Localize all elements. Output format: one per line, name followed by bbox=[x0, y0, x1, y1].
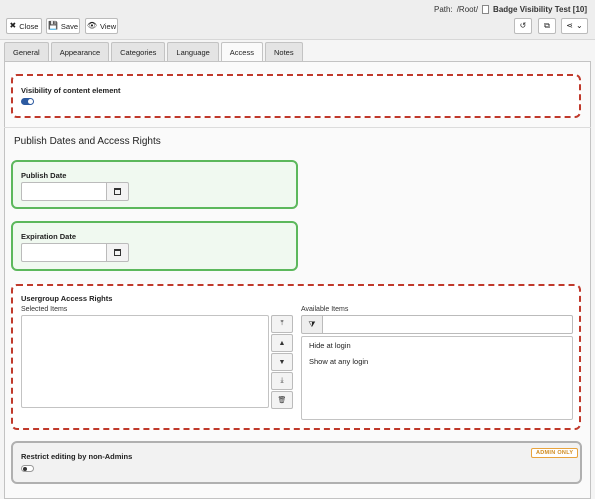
remove-item-button[interactable]: 🗑 bbox=[271, 391, 293, 409]
path-value[interactable]: /Root/ bbox=[457, 5, 478, 14]
trash-icon: 🗑 bbox=[277, 397, 287, 404]
save-icon: 💾 bbox=[47, 21, 58, 30]
move-down-button[interactable]: ▼ bbox=[271, 353, 293, 371]
filter-icon: ⧩ bbox=[308, 319, 316, 329]
external-link-icon: ⧉ bbox=[544, 21, 550, 30]
section-title: Publish Dates and Access Rights bbox=[14, 136, 161, 147]
section-divider bbox=[4, 127, 591, 128]
usergroup-label: Usergroup Access Rights bbox=[21, 294, 113, 303]
eye-icon: 👁 bbox=[86, 21, 98, 30]
history-icon: ↺ bbox=[519, 21, 527, 30]
breadcrumb: Path: /Root/ Badge Visibility Test [10] bbox=[434, 5, 587, 14]
open-new-window-button[interactable]: ⧉ bbox=[538, 18, 556, 34]
close-button[interactable]: ✖ Close bbox=[6, 18, 42, 34]
move-up-button[interactable]: ▲ bbox=[271, 334, 293, 352]
chevron-down-icon: ⌄ bbox=[576, 21, 583, 30]
tab-general[interactable]: General bbox=[4, 42, 49, 61]
share-dropdown-button[interactable]: ⋖ ⌄ bbox=[561, 18, 588, 34]
move-to-bottom-button[interactable]: ⤓ bbox=[271, 372, 293, 390]
close-icon: ✖ bbox=[9, 21, 17, 30]
selected-items-list[interactable] bbox=[21, 315, 269, 408]
publish-date-picker-button[interactable] bbox=[107, 182, 129, 201]
tab-access[interactable]: Access bbox=[220, 42, 263, 62]
move-bottom-icon: ⤓ bbox=[280, 377, 284, 384]
tab-notes[interactable]: Notes bbox=[264, 42, 303, 61]
restrict-editing-toggle[interactable] bbox=[21, 465, 34, 472]
save-button[interactable]: 💾 Save bbox=[46, 18, 80, 34]
tab-categories[interactable]: Categories bbox=[111, 42, 166, 61]
expiration-date-input[interactable] bbox=[21, 243, 107, 262]
move-to-top-button[interactable]: ⤒ bbox=[271, 315, 293, 333]
arrow-down-icon: ▼ bbox=[278, 358, 286, 366]
selected-items-label: Selected Items bbox=[21, 306, 68, 313]
available-items-filter-input[interactable] bbox=[323, 315, 573, 334]
available-items-label: Available Items bbox=[301, 306, 349, 313]
filter-button[interactable]: ⧩ bbox=[301, 315, 323, 334]
expiration-date-picker-button[interactable] bbox=[107, 243, 129, 262]
admin-only-badge: ADMIN ONLY bbox=[531, 448, 579, 458]
calendar-icon bbox=[114, 249, 121, 256]
share-icon: ⋖ bbox=[566, 21, 573, 30]
expiration-date-label: Expiration Date bbox=[21, 232, 77, 241]
list-item[interactable]: Show at any login bbox=[309, 357, 368, 366]
publish-date-label: Publish Date bbox=[21, 171, 67, 180]
visibility-toggle[interactable] bbox=[21, 98, 34, 105]
calendar-icon bbox=[114, 188, 121, 195]
tab-language[interactable]: Language bbox=[167, 42, 219, 61]
tab-bar: General Appearance Categories Language A… bbox=[4, 42, 305, 62]
visibility-label: Visibility of content element bbox=[21, 86, 121, 95]
arrow-up-icon: ▲ bbox=[278, 339, 286, 347]
publish-date-input[interactable] bbox=[21, 182, 107, 201]
history-button[interactable]: ↺ bbox=[514, 18, 532, 34]
restrict-editing-label: Restrict editing by non-Admins bbox=[21, 452, 133, 461]
doc-header: Path: /Root/ Badge Visibility Test [10] … bbox=[0, 0, 595, 40]
move-top-icon: ⤒ bbox=[280, 320, 284, 327]
view-button[interactable]: 👁 View bbox=[85, 18, 118, 34]
restrict-editing-field bbox=[11, 441, 582, 484]
path-label: Path: bbox=[434, 5, 453, 14]
page-icon bbox=[482, 5, 490, 14]
visibility-field bbox=[11, 74, 581, 118]
tab-appearance[interactable]: Appearance bbox=[50, 42, 110, 61]
page-title: Badge Visibility Test [10] bbox=[493, 5, 587, 14]
list-item[interactable]: Hide at login bbox=[309, 341, 351, 350]
